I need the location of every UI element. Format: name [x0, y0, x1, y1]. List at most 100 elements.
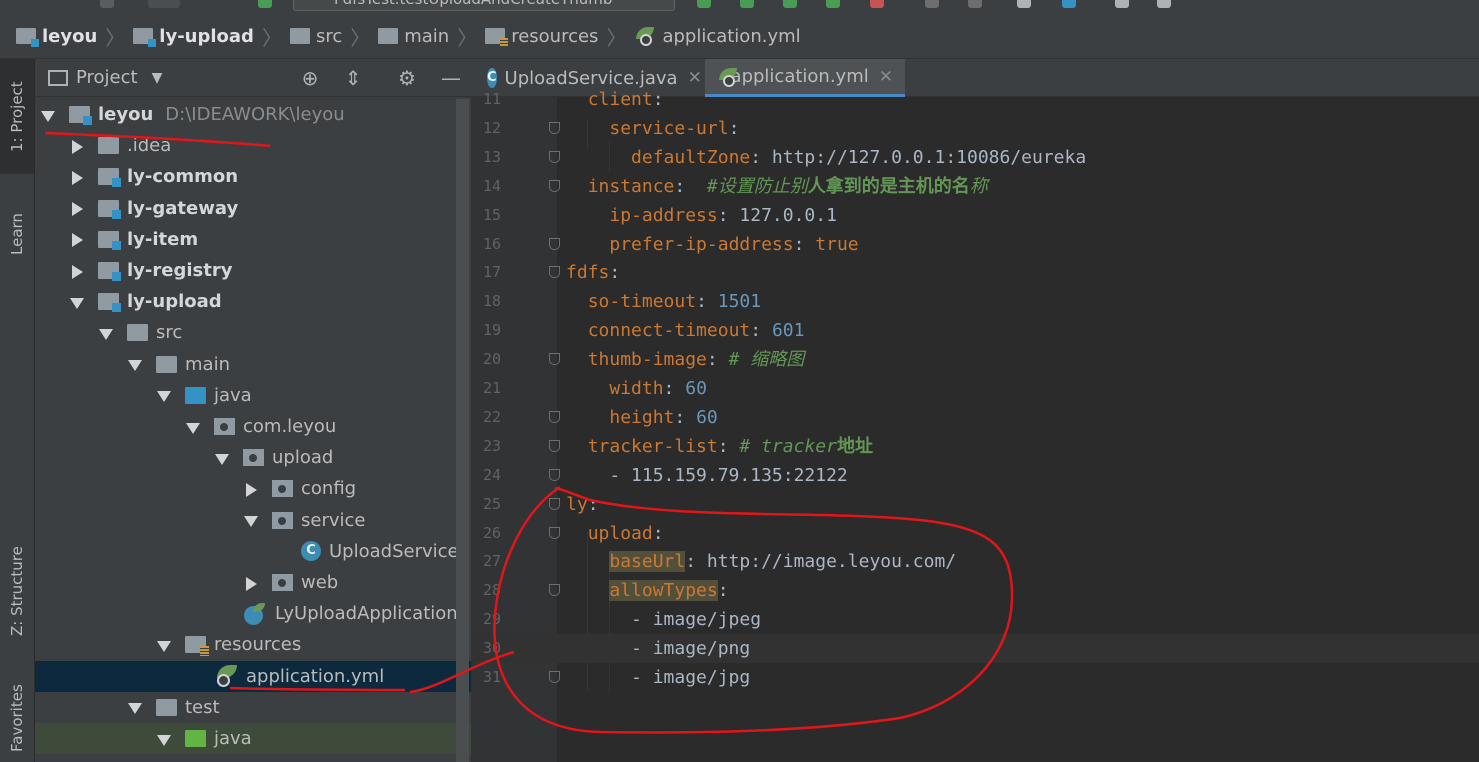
expanded-arrow-icon[interactable]: [244, 514, 258, 528]
code-line[interactable]: 13 defaultZone: http://127.0.0.1:10086/e…: [471, 143, 1479, 172]
fold-marker-icon[interactable]: [549, 584, 560, 597]
tree-item-lyuploadapplication[interactable]: LyUploadApplication: [35, 598, 471, 629]
breadcrumb-item-leyou[interactable]: leyou: [16, 26, 97, 47]
fold-marker-icon[interactable]: [549, 497, 560, 510]
project-view-selector[interactable]: Project: [76, 67, 138, 88]
tree-item-src[interactable]: src: [35, 317, 471, 348]
collapsed-arrow-icon[interactable]: [70, 170, 83, 185]
collapse-all-icon[interactable]: ⇕: [340, 66, 366, 90]
tree-item-config[interactable]: config: [35, 473, 471, 504]
code-line[interactable]: 14 instance: #设置防止别人拿到的是主机的名称: [471, 172, 1479, 201]
tree-item-java[interactable]: java: [35, 723, 471, 754]
breadcrumb-item-application-yml[interactable]: application.yml: [634, 26, 801, 47]
tree-item-ly-gateway[interactable]: ly-gateway: [35, 193, 471, 224]
back-icon[interactable]: [148, 0, 180, 8]
code-line[interactable]: 15 ip-address: 127.0.0.1: [471, 201, 1479, 230]
breadcrumb-item-ly-upload[interactable]: ly-upload: [133, 26, 254, 47]
tree-item-leyou[interactable]: leyou D:\IDEAWORK\leyou: [35, 99, 471, 130]
fold-marker-icon[interactable]: [549, 179, 560, 192]
fold-marker-icon[interactable]: [549, 266, 560, 279]
breadcrumb-item-resources[interactable]: resources: [485, 26, 598, 47]
code-line[interactable]: 30 - image/png: [471, 634, 1479, 664]
search-icon[interactable]: [1157, 0, 1171, 8]
fold-marker-icon[interactable]: [549, 150, 560, 163]
fold-marker-icon[interactable]: [549, 237, 560, 250]
run-configuration-selector[interactable]: FdfsTest.testUploadAndCreateThumb: [293, 0, 675, 11]
tree-item-com-leyou[interactable]: com.leyou: [35, 411, 471, 442]
expanded-arrow-icon[interactable]: [157, 639, 171, 652]
expanded-arrow-icon[interactable]: [41, 109, 55, 122]
update-icon[interactable]: [968, 0, 982, 8]
hide-panel-icon[interactable]: —: [438, 66, 464, 90]
run-icon[interactable]: [697, 0, 711, 8]
coverage-icon[interactable]: [783, 0, 797, 8]
learn-tool-button[interactable]: Learn: [0, 189, 34, 279]
fold-marker-icon[interactable]: [549, 468, 560, 481]
profile-icon[interactable]: [826, 0, 840, 8]
code-line[interactable]: 18 so-timeout: 1501: [471, 287, 1479, 316]
collapsed-arrow-icon[interactable]: [70, 202, 83, 217]
tree-item-application-yml[interactable]: application.yml: [35, 660, 471, 692]
breadcrumb-item-src[interactable]: src: [289, 26, 342, 47]
fold-marker-icon[interactable]: [549, 671, 560, 683]
code-line[interactable]: 17 fdfs:: [471, 258, 1479, 287]
code-line[interactable]: 28 allowTypes:: [471, 576, 1479, 605]
tree-item-ly-registry[interactable]: ly-registry: [35, 255, 471, 286]
expanded-arrow-icon[interactable]: [128, 358, 142, 372]
collapsed-arrow-icon[interactable]: [70, 233, 83, 248]
fold-marker-icon[interactable]: [549, 526, 560, 539]
favorites-tool-button[interactable]: Favorites: [0, 674, 34, 762]
code-line[interactable]: 22 height: 60: [471, 403, 1479, 432]
stop-icon[interactable]: [870, 0, 884, 8]
tree-item-java[interactable]: java: [35, 380, 471, 411]
structure-tool-button[interactable]: Z: Structure: [0, 529, 34, 654]
vcs-icon[interactable]: [925, 0, 939, 8]
code-line[interactable]: 20 thumb-image: # 缩略图: [471, 345, 1479, 374]
code-line[interactable]: 25 ly:: [471, 490, 1479, 519]
tree-item-test[interactable]: test: [35, 692, 471, 723]
tree-item-service[interactable]: service: [35, 505, 471, 536]
locate-file-icon[interactable]: ⊕: [297, 66, 323, 90]
fold-marker-icon[interactable]: [549, 353, 560, 366]
code-line[interactable]: 29 - image/jpeg: [471, 605, 1479, 634]
expanded-arrow-icon[interactable]: [99, 327, 113, 340]
expanded-arrow-icon[interactable]: [70, 296, 84, 309]
sync-icon[interactable]: [100, 0, 114, 8]
breadcrumb-item-main[interactable]: main: [378, 26, 449, 47]
collapsed-arrow-icon[interactable]: [70, 139, 83, 154]
tree-item-upload[interactable]: upload: [35, 442, 471, 473]
debug-icon[interactable]: [740, 0, 754, 8]
code-line[interactable]: 21 width: 60: [471, 374, 1479, 403]
tree-item-ly-item[interactable]: ly-item: [35, 224, 471, 255]
structure-icon[interactable]: [1062, 0, 1076, 8]
expanded-arrow-icon[interactable]: [215, 452, 229, 465]
terminal-icon[interactable]: [1115, 0, 1129, 8]
expanded-arrow-icon[interactable]: [128, 701, 142, 715]
tree-item-ly-upload[interactable]: ly-upload: [35, 286, 471, 317]
code-line[interactable]: 26 upload:: [471, 519, 1479, 548]
build-icon[interactable]: [258, 0, 272, 8]
code-line[interactable]: 23 tracker-list: # tracker地址: [471, 432, 1479, 461]
tree-item-resources[interactable]: resources: [35, 629, 471, 660]
code-line[interactable]: 12 service-url:: [471, 114, 1479, 143]
settings-icon[interactable]: [1017, 0, 1031, 8]
code-line[interactable]: 31 - image/jpg: [471, 663, 1479, 692]
collapsed-arrow-icon[interactable]: [244, 576, 257, 591]
collapsed-arrow-icon[interactable]: [70, 264, 83, 279]
fold-marker-icon[interactable]: [549, 439, 560, 452]
gear-icon[interactable]: ⚙: [394, 66, 420, 90]
code-line[interactable]: 11 client:: [471, 85, 1479, 114]
code-line[interactable]: 16 prefer-ip-address: true: [471, 230, 1479, 259]
collapsed-arrow-icon[interactable]: [244, 482, 257, 497]
close-icon[interactable]: ✕: [879, 67, 893, 87]
expanded-arrow-icon[interactable]: [157, 733, 171, 746]
project-tool-button[interactable]: 1: Project: [0, 59, 34, 174]
tree-item-ly-common[interactable]: ly-common: [35, 161, 471, 192]
expanded-arrow-icon[interactable]: [157, 389, 171, 403]
tree-item-uploadservice[interactable]: UploadService: [35, 536, 471, 567]
tree-item-main[interactable]: main: [35, 349, 471, 380]
fold-marker-icon[interactable]: [549, 121, 560, 134]
project-tree-scrollbar[interactable]: [456, 99, 469, 762]
expanded-arrow-icon[interactable]: [186, 421, 200, 434]
code-line[interactable]: 24 - 115.159.79.135:22122: [471, 461, 1479, 490]
